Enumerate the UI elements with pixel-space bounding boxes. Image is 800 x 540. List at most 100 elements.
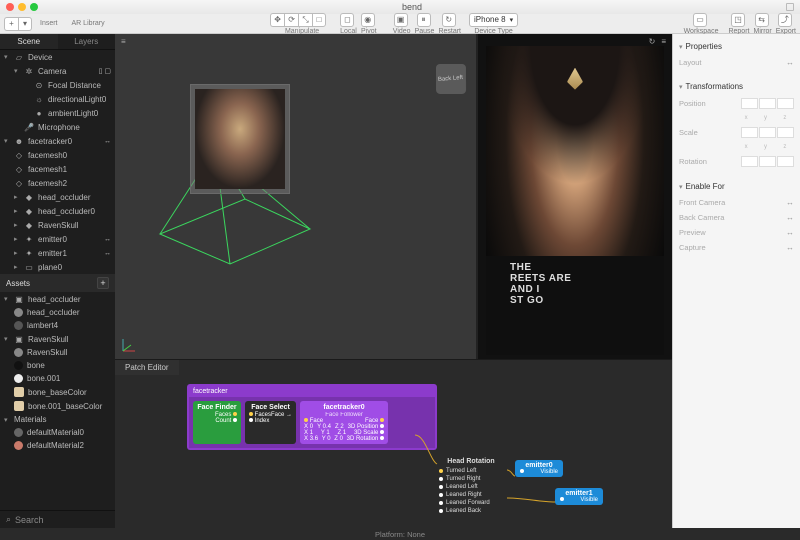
preview-toggle[interactable]: ↔ [786, 228, 794, 237]
search-input[interactable]: Search [15, 515, 44, 525]
scale-z-input[interactable] [777, 127, 794, 138]
window-box-icon [786, 3, 794, 11]
tab-layers[interactable]: Layers [58, 34, 116, 49]
restart-button[interactable]: ↻ [442, 13, 456, 27]
workspace-button[interactable]: ▭ [693, 13, 707, 27]
window-min[interactable] [18, 3, 26, 11]
asset-bone001base[interactable]: bone.001_baseColor [28, 402, 102, 411]
rot-y-input[interactable] [759, 156, 776, 167]
focal-icon: ⊙ [34, 80, 44, 90]
assets-header: Assets [6, 279, 30, 288]
search-icon: ⌕ [6, 514, 11, 525]
node-head-rotation[interactable]: Head Rotation Turned Left Turned Right L… [435, 456, 507, 515]
sun-icon: ☼ [34, 94, 44, 104]
tree-em1[interactable]: emitter1 [38, 249, 67, 258]
manip-rotate-button[interactable]: ⟳ [284, 13, 298, 27]
tree-facetracker[interactable]: facetracker0 [28, 137, 72, 146]
tree-raven[interactable]: RavenSkull [38, 221, 78, 230]
asset-bone001[interactable]: bone.001 [27, 374, 60, 383]
rot-z-input[interactable] [777, 156, 794, 167]
device-icon: ▱ [14, 52, 24, 62]
bulb-icon: ● [34, 108, 44, 118]
node-emitter1[interactable]: emitter1 Visible [555, 488, 603, 505]
tree-plane[interactable]: plane0 [38, 263, 62, 272]
node-facetracker0[interactable]: facetracker0 Face Follower FaceFace X 0Y… [300, 401, 388, 444]
node-emitter0[interactable]: emitter0 Visible [515, 460, 563, 477]
back-cam-toggle[interactable]: ↔ [786, 213, 794, 222]
tree-em0[interactable]: emitter0 [38, 235, 67, 244]
viewport-3d[interactable]: ≡ Back Left [115, 34, 477, 359]
tree-mic[interactable]: Microphone [38, 123, 80, 132]
sec-properties[interactable]: Properties [679, 38, 794, 55]
tree-dirlight[interactable]: directionalLight0 [48, 95, 106, 104]
manip-move-button[interactable]: ✥ [270, 13, 284, 27]
patch-tab[interactable]: Patch Editor [115, 360, 179, 375]
patch-group-facetracker[interactable]: facetracker Face Finder Faces Count Face… [187, 384, 437, 450]
manip-all-button[interactable]: □ [312, 13, 326, 27]
tab-scene[interactable]: Scene [0, 34, 58, 49]
node-face-select[interactable]: Face Select FacesFace → Index [245, 401, 296, 444]
scale-x-input[interactable] [741, 127, 758, 138]
scale-y-input[interactable] [759, 127, 776, 138]
tree-amblight[interactable]: ambientLight0 [48, 109, 98, 118]
tree-hocc[interactable]: head_occluder [38, 193, 90, 202]
camera-icon: ✲ [24, 66, 34, 76]
patch-editor[interactable]: Patch Editor facetracker Face Finder Fac… [115, 359, 672, 528]
front-cam-toggle[interactable]: ↔ [786, 198, 794, 207]
video-button[interactable]: ▣ [394, 13, 408, 27]
pivot-button[interactable]: ◉ [361, 13, 375, 27]
tree-fm0[interactable]: facemesh0 [28, 151, 67, 160]
device-select[interactable]: iPhone 8▾ [469, 13, 518, 27]
asset-raven[interactable]: RavenSkull [27, 348, 67, 357]
local-button[interactable]: ◻ [340, 13, 354, 27]
sec-transforms[interactable]: Transformations [679, 78, 794, 95]
orientation-cube[interactable]: Back Left [436, 64, 466, 94]
status-bar: Platform: None [0, 528, 800, 540]
capture-toggle[interactable]: ↔ [786, 243, 794, 252]
pause-button[interactable]: ⏸ [417, 13, 431, 27]
manip-scale-button[interactable]: ⤡ [298, 13, 312, 27]
mirror-button[interactable]: ⇆ [755, 13, 769, 27]
pos-z-input[interactable] [777, 98, 794, 109]
asset-lambert[interactable]: lambert4 [27, 321, 58, 330]
tree-camera[interactable]: Camera [38, 67, 66, 76]
report-button[interactable]: ◳ [731, 13, 745, 27]
insert-button[interactable]: + [4, 17, 18, 31]
tree-fm2[interactable]: facemesh2 [28, 179, 67, 188]
inspector-panel: Properties Layout↔ Transformations Posit… [672, 34, 800, 528]
face-plane [190, 84, 290, 194]
mic-icon: 🎤 [24, 122, 34, 132]
node-face-finder[interactable]: Face Finder Faces Count [193, 401, 241, 444]
window-close[interactable] [6, 3, 14, 11]
sec-enablefor[interactable]: Enable For [679, 178, 794, 195]
vp-menu-icon[interactable]: ≡ [121, 37, 126, 46]
preview-refresh-icon[interactable]: ↻ [649, 37, 656, 46]
rot-x-input[interactable] [741, 156, 758, 167]
layout-link-icon[interactable]: ↔ [786, 58, 794, 67]
asset-defmat2[interactable]: defaultMaterial2 [27, 441, 84, 450]
preview-menu-icon[interactable]: ≡ [661, 37, 666, 46]
main-toolbar: + ▾ Insert AR Library ✥ ⟳ ⤡ □ Manipulate… [0, 14, 800, 34]
asset-bone[interactable]: bone [27, 361, 45, 370]
material-icon [14, 321, 23, 330]
asset-bonebase[interactable]: bone_baseColor [28, 388, 87, 397]
window-title: bend [38, 2, 786, 12]
arlibrary-button[interactable]: ▾ [18, 17, 32, 31]
tree-device[interactable]: Device [28, 53, 52, 62]
axis-gizmo [121, 337, 137, 353]
pos-y-input[interactable] [759, 98, 776, 109]
tree-fm1[interactable]: facemesh1 [28, 165, 67, 174]
asset-raven-grp[interactable]: RavenSkull [28, 335, 68, 344]
export-button[interactable]: ⤴ [778, 13, 792, 27]
asset-materials[interactable]: Materials [14, 415, 46, 424]
tree-hocc0[interactable]: head_occluder0 [38, 207, 95, 216]
add-asset-button[interactable]: + [97, 277, 109, 289]
pos-x-input[interactable] [741, 98, 758, 109]
asset-hocc[interactable]: head_occluder [27, 308, 79, 317]
tree-focal[interactable]: Focal Distance [48, 81, 101, 90]
sphere-icon [14, 308, 23, 317]
face-icon: ☻ [14, 136, 24, 146]
asset-defmat0[interactable]: defaultMaterial0 [27, 428, 84, 437]
window-max[interactable] [30, 3, 38, 11]
asset-hocc-grp[interactable]: head_occluder [28, 295, 80, 304]
